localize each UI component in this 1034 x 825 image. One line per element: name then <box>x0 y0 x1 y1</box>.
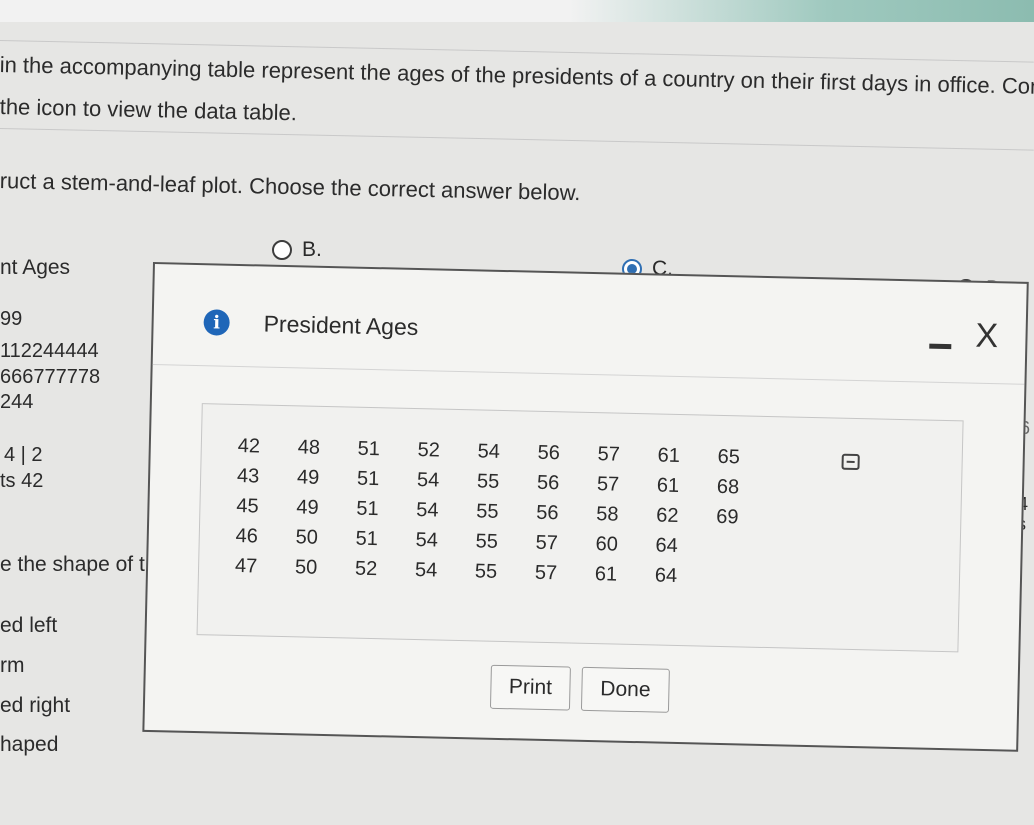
table-cell: 50 <box>294 556 318 579</box>
table-cell: 55 <box>475 530 499 553</box>
table-cell: 57 <box>597 443 621 466</box>
table-cell: 61 <box>594 563 618 586</box>
president-ages-dialog: i President Ages X 42 48 51 52 54 56 57 61 65 43 4… <box>142 262 1029 752</box>
table-cell: 57 <box>596 473 620 496</box>
table-cell: 54 <box>414 559 438 582</box>
radio-button[interactable] <box>272 240 292 260</box>
table-cell: 54 <box>477 440 501 463</box>
table-cell: 42 <box>237 434 261 458</box>
table-cell: 56 <box>536 501 559 525</box>
left-plot-key: 4 | 2 <box>4 444 43 466</box>
table-cell: 46 <box>235 524 259 548</box>
table-cell: 68 <box>716 475 740 499</box>
left-plot-title: nt Ages <box>0 256 71 279</box>
browser-top-bar <box>0 0 1034 22</box>
table-cell: 52 <box>417 439 441 462</box>
table-cell: 51 <box>357 437 381 461</box>
table-cell: 54 <box>416 499 439 522</box>
table-cell: 55 <box>476 500 499 523</box>
done-button[interactable]: Done <box>580 666 670 713</box>
table-cell: 48 <box>297 436 321 459</box>
question-line-3: ruct a stem-and-leaf plot. Choose the co… <box>0 168 581 206</box>
print-button[interactable]: Print <box>489 664 571 711</box>
dialog-title: President Ages <box>263 310 419 341</box>
dialog-divider <box>152 364 1025 385</box>
option-b-label: B. <box>302 238 322 261</box>
table-cell: 58 <box>596 503 619 526</box>
shape-choice[interactable]: ed right <box>0 694 70 718</box>
minimize-icon[interactable] <box>929 343 952 350</box>
table-cell: 65 <box>717 445 741 469</box>
table-cell: 45 <box>236 494 259 518</box>
table-cell: 64 <box>654 564 678 587</box>
shape-choice[interactable]: rm <box>0 654 25 678</box>
left-plot-row: 666777778 <box>0 366 101 388</box>
table-cell: 57 <box>534 561 558 585</box>
table-cell: 43 <box>236 464 260 488</box>
question-line-2: the icon to view the data table. <box>0 94 298 126</box>
info-icon: i <box>203 309 230 336</box>
table-cell: 69 <box>715 505 739 529</box>
table-cell: 56 <box>536 471 560 495</box>
table-cell: 47 <box>234 554 258 578</box>
left-plot-key-desc: ts 42 <box>0 470 44 492</box>
data-table: 42 48 51 52 54 56 57 61 65 43 49 51 54 55 56 57 61 68 45 49… <box>196 403 964 653</box>
shape-choice[interactable]: ed left <box>0 614 57 638</box>
table-cell: 51 <box>356 467 380 491</box>
table-cell: 64 <box>655 534 679 557</box>
table-cell: 52 <box>354 557 378 581</box>
table-cell: 56 <box>537 441 561 465</box>
table-cell: 55 <box>476 470 500 493</box>
shape-question: e the shape of t <box>0 553 145 576</box>
table-cell: 60 <box>595 533 619 556</box>
table-cell: 50 <box>295 526 319 549</box>
left-plot-row: 99 <box>0 308 23 330</box>
table-cell: 54 <box>416 469 440 492</box>
left-plot-row: 112244444 <box>0 340 99 362</box>
table-cell: 54 <box>415 529 439 552</box>
left-plot-row: 244 <box>0 391 34 413</box>
close-icon[interactable]: X <box>975 317 999 356</box>
divider <box>0 128 1034 151</box>
shape-choice[interactable]: haped <box>0 733 58 757</box>
table-cell: 49 <box>296 466 320 489</box>
table-cell: 62 <box>656 504 679 527</box>
option-b[interactable]: B. <box>272 238 322 262</box>
table-cell: 61 <box>656 474 680 497</box>
table-cell: 51 <box>355 527 379 551</box>
table-cell: 49 <box>296 496 319 519</box>
table-cell: 57 <box>535 531 559 555</box>
table-cell: 61 <box>657 444 681 468</box>
table-cell: 55 <box>474 560 498 583</box>
table-cell: 51 <box>356 497 379 521</box>
